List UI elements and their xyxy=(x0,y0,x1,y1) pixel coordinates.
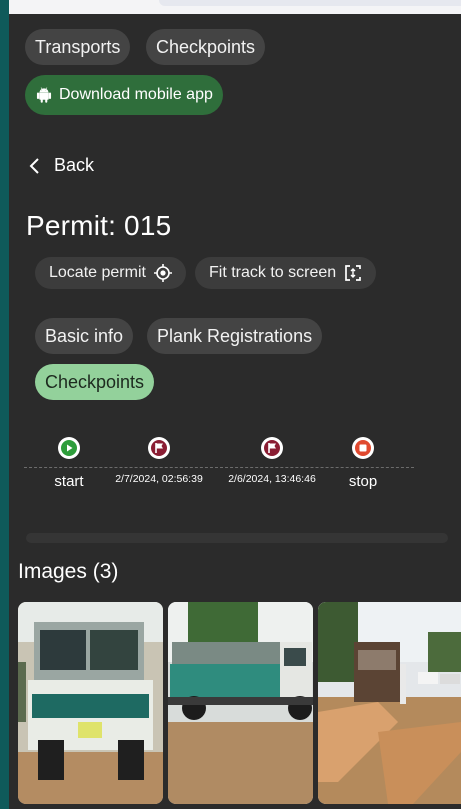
flag-icon xyxy=(261,437,283,459)
left-edge-stripe xyxy=(0,0,9,809)
image-thumbnail[interactable] xyxy=(318,602,461,804)
top-bar xyxy=(9,0,461,14)
download-mobile-app-label: Download mobile app xyxy=(59,86,213,103)
chevron-left-icon xyxy=(29,157,39,174)
fit-screen-icon xyxy=(345,265,362,281)
lumber-yard-photo xyxy=(318,602,461,804)
tab-basic-info[interactable]: Basic info xyxy=(35,318,134,354)
back-label: Back xyxy=(54,155,95,175)
checkpoint-item[interactable]: 2/7/2024, 02:56:39 xyxy=(99,433,219,485)
locate-permit-button[interactable]: Locate permit xyxy=(35,257,186,289)
image-thumbnail[interactable] xyxy=(18,602,163,804)
download-mobile-app-button[interactable]: Download mobile app xyxy=(25,75,223,115)
truck-front-photo xyxy=(18,602,163,804)
play-icon xyxy=(58,437,80,459)
locate-permit-label: Locate permit xyxy=(49,264,146,281)
truck-side-photo xyxy=(168,602,313,804)
nav-checkpoints-button[interactable]: Checkpoints xyxy=(146,29,266,65)
back-button[interactable]: Back xyxy=(28,155,94,176)
fit-track-label: Fit track to screen xyxy=(209,264,337,281)
tab-checkpoints[interactable]: Checkpoints xyxy=(35,364,155,400)
checkpoint-label: 2/7/2024, 02:56:39 xyxy=(115,473,203,485)
nav-transports-button[interactable]: Transports xyxy=(25,29,131,65)
fit-track-button[interactable]: Fit track to screen xyxy=(195,257,377,289)
checkpoint-timeline: start 2/7/2024, 02:56:39 2/6/2024, 13:46… xyxy=(24,433,414,503)
checkpoint-label: stop xyxy=(348,473,378,490)
flag-icon xyxy=(148,437,170,459)
section-divider xyxy=(26,533,448,543)
page-title: Permit: 015 xyxy=(26,210,172,241)
android-icon xyxy=(36,87,52,103)
stop-icon xyxy=(352,437,374,459)
tab-plank-registrations[interactable]: Plank Registrations xyxy=(147,318,323,354)
image-thumbnail[interactable] xyxy=(168,602,313,804)
images-heading: Images (3) xyxy=(18,560,119,583)
checkpoint-stop[interactable]: stop xyxy=(303,433,423,490)
locate-icon xyxy=(153,264,172,282)
